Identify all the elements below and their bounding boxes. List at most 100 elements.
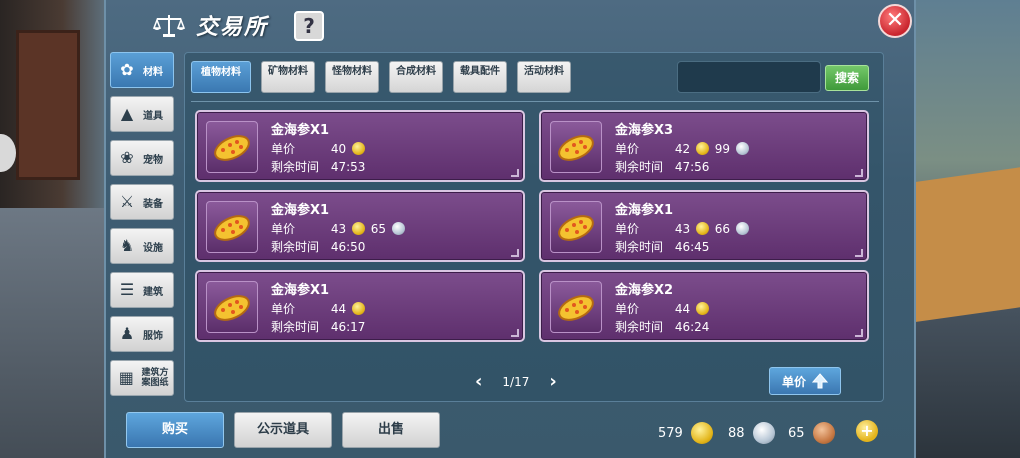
- item-thumbnail: [206, 201, 258, 253]
- gold-price: 43: [674, 222, 691, 236]
- time-left-label: 剩余时间: [615, 160, 664, 174]
- listing-area: 植物材料 矿物材料 怪物材料 合成材料 载具配件 活动材料 搜索 金海参X1 单…: [184, 52, 884, 402]
- gold-coin-icon: [695, 142, 709, 155]
- public-items-button[interactable]: 公示道具: [234, 412, 332, 448]
- time-left-label: 剩余时间: [615, 240, 664, 254]
- gold-coin-icon: [695, 302, 709, 315]
- gold-coin-icon: [351, 142, 365, 155]
- prev-page-button[interactable]: ‹: [475, 371, 482, 392]
- title-row: 交易所: [152, 8, 268, 42]
- price-row: 单价 40: [271, 140, 367, 157]
- listing-card[interactable]: 金海参X1 单价 43 66 剩余时间 46:45: [539, 190, 869, 262]
- item-thumbnail: [206, 121, 258, 173]
- balance-scale-icon: [152, 12, 186, 38]
- sort-by-unit-price-button[interactable]: 单价: [769, 367, 841, 395]
- category-label: 装备: [143, 198, 163, 210]
- golden-sea-cucumber-icon: [214, 135, 250, 161]
- time-left-value: 46:50: [330, 240, 366, 254]
- background-floor: [0, 208, 104, 458]
- facility-icon: ♞: [119, 236, 135, 255]
- buy-button[interactable]: 购买: [126, 412, 224, 448]
- page-indicator: 1/17: [502, 374, 530, 389]
- gold-coin-icon: [351, 222, 365, 235]
- corner-marker: [511, 169, 519, 177]
- equipment-icon: ⚔: [119, 192, 135, 211]
- time-row: 剩余时间 47:56: [615, 158, 709, 175]
- category-label: 建筑方案图纸: [141, 368, 169, 388]
- listing-card[interactable]: 金海参X2 单价 44 剩余时间 46:24: [539, 270, 869, 342]
- gold-price: 42: [674, 142, 691, 156]
- tab-mineral-materials[interactable]: 矿物材料: [261, 61, 315, 93]
- time-left-label: 剩余时间: [615, 320, 664, 334]
- search-button[interactable]: 搜索: [825, 65, 869, 91]
- price-row: 单价 43 65: [271, 220, 407, 237]
- blueprint-icon: ▦: [118, 368, 134, 387]
- silver-coin-icon: [391, 222, 405, 235]
- item-thumbnail: [550, 121, 602, 173]
- category-equipment[interactable]: ⚔ 装备: [110, 184, 174, 220]
- gold-coin-icon: [351, 302, 365, 315]
- listing-card[interactable]: 金海参X1 单价 43 65 剩余时间 46:50: [195, 190, 525, 262]
- category-label: 服饰: [143, 330, 163, 342]
- category-facilities[interactable]: ♞ 设施: [110, 228, 174, 264]
- tab-synthetic-materials[interactable]: 合成材料: [389, 61, 443, 93]
- category-clothing[interactable]: ♟ 服饰: [110, 316, 174, 352]
- listing-grid: 金海参X1 单价 40 剩余时间 47:53 金海参X3 单价 42 99 剩余…: [195, 110, 875, 342]
- time-left-value: 46:17: [330, 320, 366, 334]
- corner-marker: [855, 169, 863, 177]
- corner-marker: [511, 249, 519, 257]
- gold-price: 44: [674, 302, 691, 316]
- next-page-button[interactable]: ›: [549, 371, 556, 392]
- tab-event-materials[interactable]: 活动材料: [517, 61, 571, 93]
- category-blueprints[interactable]: ▦ 建筑方案图纸: [110, 360, 174, 396]
- silver-price: 66: [714, 222, 731, 236]
- golden-sea-cucumber-icon: [558, 135, 594, 161]
- category-label: 道具: [143, 110, 163, 122]
- gold-amount: 579: [658, 425, 683, 441]
- listing-card[interactable]: 金海参X1 单价 40 剩余时间 47:53: [195, 110, 525, 182]
- subcategory-tabs: 植物材料 矿物材料 怪物材料 合成材料 载具配件 活动材料: [191, 61, 571, 93]
- price-row: 单价 44: [615, 300, 711, 317]
- category-label: 材料: [143, 66, 163, 78]
- gold-price: 44: [330, 302, 347, 316]
- add-currency-button[interactable]: +: [856, 420, 878, 442]
- search-input[interactable]: [677, 61, 821, 93]
- pet-paw-icon: ❀: [120, 148, 134, 167]
- close-button[interactable]: ✕: [878, 4, 912, 38]
- price-label: 单价: [271, 142, 296, 156]
- item-name: 金海参X3: [615, 123, 674, 138]
- sell-button[interactable]: 出售: [342, 412, 440, 448]
- gold-coin-icon: [690, 422, 713, 444]
- tab-vehicle-parts[interactable]: 载具配件: [453, 61, 507, 93]
- category-items[interactable]: ▲ 道具: [110, 96, 174, 132]
- item-name: 金海参X2: [615, 283, 674, 298]
- corner-marker: [855, 329, 863, 337]
- category-buildings[interactable]: ☰ 建筑: [110, 272, 174, 308]
- silver-price: 65: [370, 222, 387, 236]
- tab-plant-materials[interactable]: 植物材料: [191, 61, 251, 93]
- category-materials[interactable]: ✿ 材料: [110, 52, 174, 88]
- item-name: 金海参X1: [271, 203, 330, 218]
- copper-coin-icon: [812, 422, 835, 444]
- golden-sea-cucumber-icon: [558, 215, 594, 241]
- price-row: 单价 44: [271, 300, 367, 317]
- golden-sea-cucumber-icon: [558, 295, 594, 321]
- silver-balance: 88: [728, 422, 777, 444]
- category-pets[interactable]: ❀ 宠物: [110, 140, 174, 176]
- listing-card[interactable]: 金海参X3 单价 42 99 剩余时间 47:56: [539, 110, 869, 182]
- divider: [191, 101, 879, 102]
- tab-monster-materials[interactable]: 怪物材料: [325, 61, 379, 93]
- listing-card[interactable]: 金海参X1 单价 44 剩余时间 46:17: [195, 270, 525, 342]
- pagination: ‹ 1/17 ›: [475, 371, 557, 392]
- price-label: 单价: [271, 302, 296, 316]
- item-name: 金海参X1: [271, 123, 330, 138]
- corner-marker: [511, 329, 519, 337]
- time-left-value: 47:56: [674, 160, 710, 174]
- silver-coin-icon: [735, 142, 749, 155]
- golden-sea-cucumber-icon: [214, 215, 250, 241]
- silver-amount: 88: [728, 425, 745, 441]
- help-button[interactable]: ?: [294, 11, 324, 41]
- price-label: 单价: [615, 302, 640, 316]
- time-left-label: 剩余时间: [271, 320, 320, 334]
- silver-price: 99: [714, 142, 731, 156]
